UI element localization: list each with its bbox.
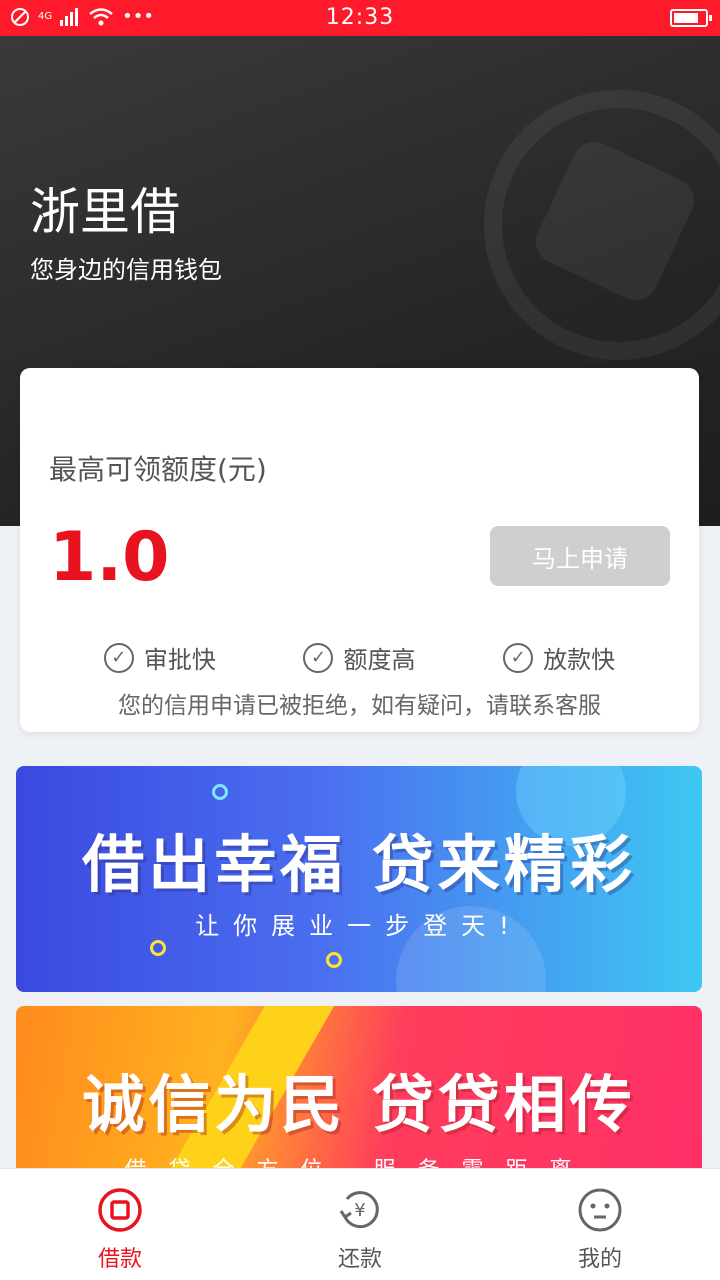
feature-item: ✓ 放款快 — [503, 640, 615, 675]
svg-text:¥: ¥ — [354, 1200, 365, 1221]
tab-borrow[interactable]: 借款 — [0, 1169, 240, 1280]
check-circle-icon: ✓ — [303, 642, 334, 673]
decorative-ring — [326, 952, 342, 968]
feature-list: ✓ 审批快 ✓ 额度高 ✓ 放款快 — [20, 640, 699, 675]
tab-mine[interactable]: 我的 — [480, 1169, 720, 1280]
check-circle-icon: ✓ — [503, 642, 534, 673]
credit-limit-amount: 1.0 — [49, 518, 170, 597]
tab-label: 借款 — [97, 1247, 142, 1272]
decorative-ring — [212, 784, 228, 800]
rejection-notice: 您的信用申请已被拒绝，如有疑问，请联系客服 — [118, 693, 601, 719]
feature-item: ✓ 审批快 — [103, 640, 216, 675]
status-bar: 4G ••• 12:33 — [0, 0, 720, 36]
app-title: 浙里借 — [30, 183, 180, 241]
feature-label: 放款快 — [543, 646, 616, 674]
feature-item: ✓ 额度高 — [303, 640, 415, 675]
bottom-tab-bar: 借款 ¥ 还款 我的 — [0, 1168, 720, 1280]
promo-banner-2[interactable]: 诚信为民 贷贷相传 借贷全方位 服务零距离 — [16, 1006, 702, 1176]
feature-label: 额度高 — [343, 646, 416, 674]
check-circle-icon: ✓ — [103, 642, 134, 673]
credit-limit-label: 最高可领额度(元) — [49, 453, 267, 486]
status-time: 12:33 — [325, 5, 395, 30]
app-subtitle: 您身边的信用钱包 — [30, 256, 222, 284]
feature-label: 审批快 — [143, 646, 216, 674]
apply-now-button[interactable]: 马上申请 — [490, 526, 670, 586]
tab-repay[interactable]: ¥ 还款 — [240, 1169, 480, 1280]
credit-limit-card: 最高可领额度(元) 1.0 马上申请 ✓ 审批快 ✓ 额度高 ✓ 放款快 您的信… — [20, 368, 699, 732]
battery-icon — [670, 9, 712, 27]
tab-label: 还款 — [337, 1247, 382, 1272]
decorative-ring — [150, 940, 166, 956]
banner-headline: 诚信为民 贷贷相传 — [82, 1068, 636, 1141]
repay-yen-icon: ¥ — [339, 1191, 379, 1229]
tab-label: 我的 — [577, 1247, 622, 1272]
banner-tagline: 让你展业一步登天! — [195, 912, 523, 940]
banner-headline: 借出幸福 贷来精彩 — [82, 828, 636, 901]
borrow-icon — [98, 1188, 142, 1232]
promo-banner-1[interactable]: 借出幸福 贷来精彩 让你展业一步登天! — [16, 766, 702, 992]
profile-face-icon — [578, 1188, 622, 1232]
